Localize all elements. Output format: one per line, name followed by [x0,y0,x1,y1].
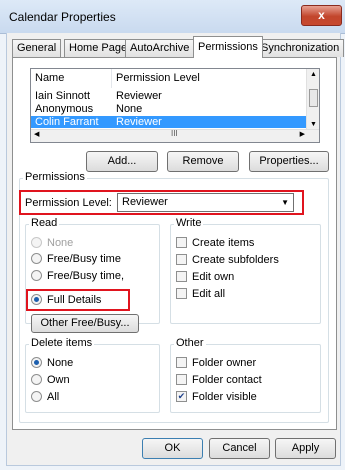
create-subfolders-checkbox[interactable] [176,254,187,265]
delete-group [25,344,160,413]
tab-synchronization[interactable]: Synchronization [256,39,345,57]
folder-contact-label[interactable]: Folder contact [192,374,262,386]
folder-owner-checkbox[interactable] [176,357,187,368]
list-item[interactable]: Iain Sinnott Reviewer [31,90,307,102]
properties-button[interactable]: Properties... [249,151,329,172]
vertical-scrollbar[interactable]: ▲ ▼ [306,69,319,130]
permissions-list[interactable]: Name Permission Level Iain Sinnott Revie… [30,68,320,143]
column-header-name[interactable]: Name [31,69,112,88]
list-item-name: Iain Sinnott [35,90,91,102]
write-group-label: Write [174,217,204,229]
other-freebusy-button[interactable]: Other Free/Busy... [31,314,139,333]
read-freebusy-subject-label[interactable]: Free/Busy time, subject, location [47,270,137,283]
list-item-name: Anonymous [35,103,94,115]
folder-visible-checkbox[interactable]: ✔ [176,391,187,402]
window-title: Calendar Properties [9,10,116,24]
edit-own-checkbox[interactable] [176,271,187,282]
read-group-label: Read [29,217,60,229]
read-none-radio[interactable] [31,237,42,248]
cancel-button[interactable]: Cancel [209,438,270,459]
read-full-details-radio[interactable] [31,294,42,305]
read-none-label[interactable]: None [47,237,73,249]
scroll-up-icon[interactable]: ▲ [310,71,317,78]
permissions-group-label: Permissions [23,171,87,183]
delete-own-label[interactable]: Own [47,374,70,386]
add-button[interactable]: Add... [86,151,158,172]
scroll-thumb[interactable] [309,89,318,107]
title-bar: Calendar Properties x [0,0,345,34]
tab-general[interactable]: General [12,39,62,57]
list-item-level: Reviewer [116,116,162,128]
list-item[interactable]: Anonymous None [31,103,307,115]
dialog-body: General Home Page AutoArchive Permission… [6,33,345,466]
column-header-permission-level[interactable]: Permission Level [112,69,307,88]
permissions-panel: Name Permission Level Iain Sinnott Revie… [12,57,337,430]
delete-group-label: Delete items [29,337,95,349]
list-item-level: Reviewer [116,90,162,102]
scroll-left-icon[interactable]: ◀ [34,130,39,138]
edit-own-label[interactable]: Edit own [192,271,234,283]
list-item-level: None [116,103,143,115]
read-freebusy-subject-radio[interactable] [31,270,42,281]
folder-visible-label[interactable]: Folder visible [192,391,257,403]
tab-autoarchive[interactable]: AutoArchive [125,39,195,57]
permission-level-select[interactable]: Reviewer ▼ [117,193,294,212]
delete-own-radio[interactable] [31,374,42,385]
delete-none-radio[interactable] [31,357,42,368]
other-group-label: Other [174,337,206,349]
edit-all-checkbox[interactable] [176,288,187,299]
close-button[interactable]: x [301,5,342,26]
tab-home-page[interactable]: Home Page [64,39,133,57]
close-icon: x [318,8,325,22]
ok-button[interactable]: OK [142,438,203,459]
chevron-down-icon: ▼ [281,198,289,207]
scroll-down-icon[interactable]: ▼ [310,121,317,128]
create-items-checkbox[interactable] [176,237,187,248]
list-item-name: Colin Farrant [35,116,99,128]
create-subfolders-label[interactable]: Create subfolders [192,254,279,266]
folder-contact-checkbox[interactable] [176,374,187,385]
permission-level-value: Reviewer [122,196,168,208]
permission-level-label: Permission Level: [25,197,112,209]
delete-all-label[interactable]: All [47,391,59,403]
delete-none-label[interactable]: None [47,357,73,369]
scroll-grip: III [171,129,178,138]
apply-button[interactable]: Apply [275,438,336,459]
read-freebusy-label[interactable]: Free/Busy time [47,253,121,265]
scroll-right-icon[interactable]: ▶ [300,130,305,138]
read-freebusy-radio[interactable] [31,253,42,264]
delete-all-radio[interactable] [31,391,42,402]
read-full-details-label[interactable]: Full Details [47,294,101,306]
folder-owner-label[interactable]: Folder owner [192,357,256,369]
create-items-label[interactable]: Create items [192,237,254,249]
remove-button[interactable]: Remove [167,151,239,172]
tab-permissions[interactable]: Permissions [193,36,263,58]
horizontal-scrollbar[interactable]: ◀ III ▶ [31,129,319,142]
checkmark-icon: ✔ [177,391,186,401]
edit-all-label[interactable]: Edit all [192,288,225,300]
list-item-selected[interactable]: Colin Farrant Reviewer [31,116,307,128]
